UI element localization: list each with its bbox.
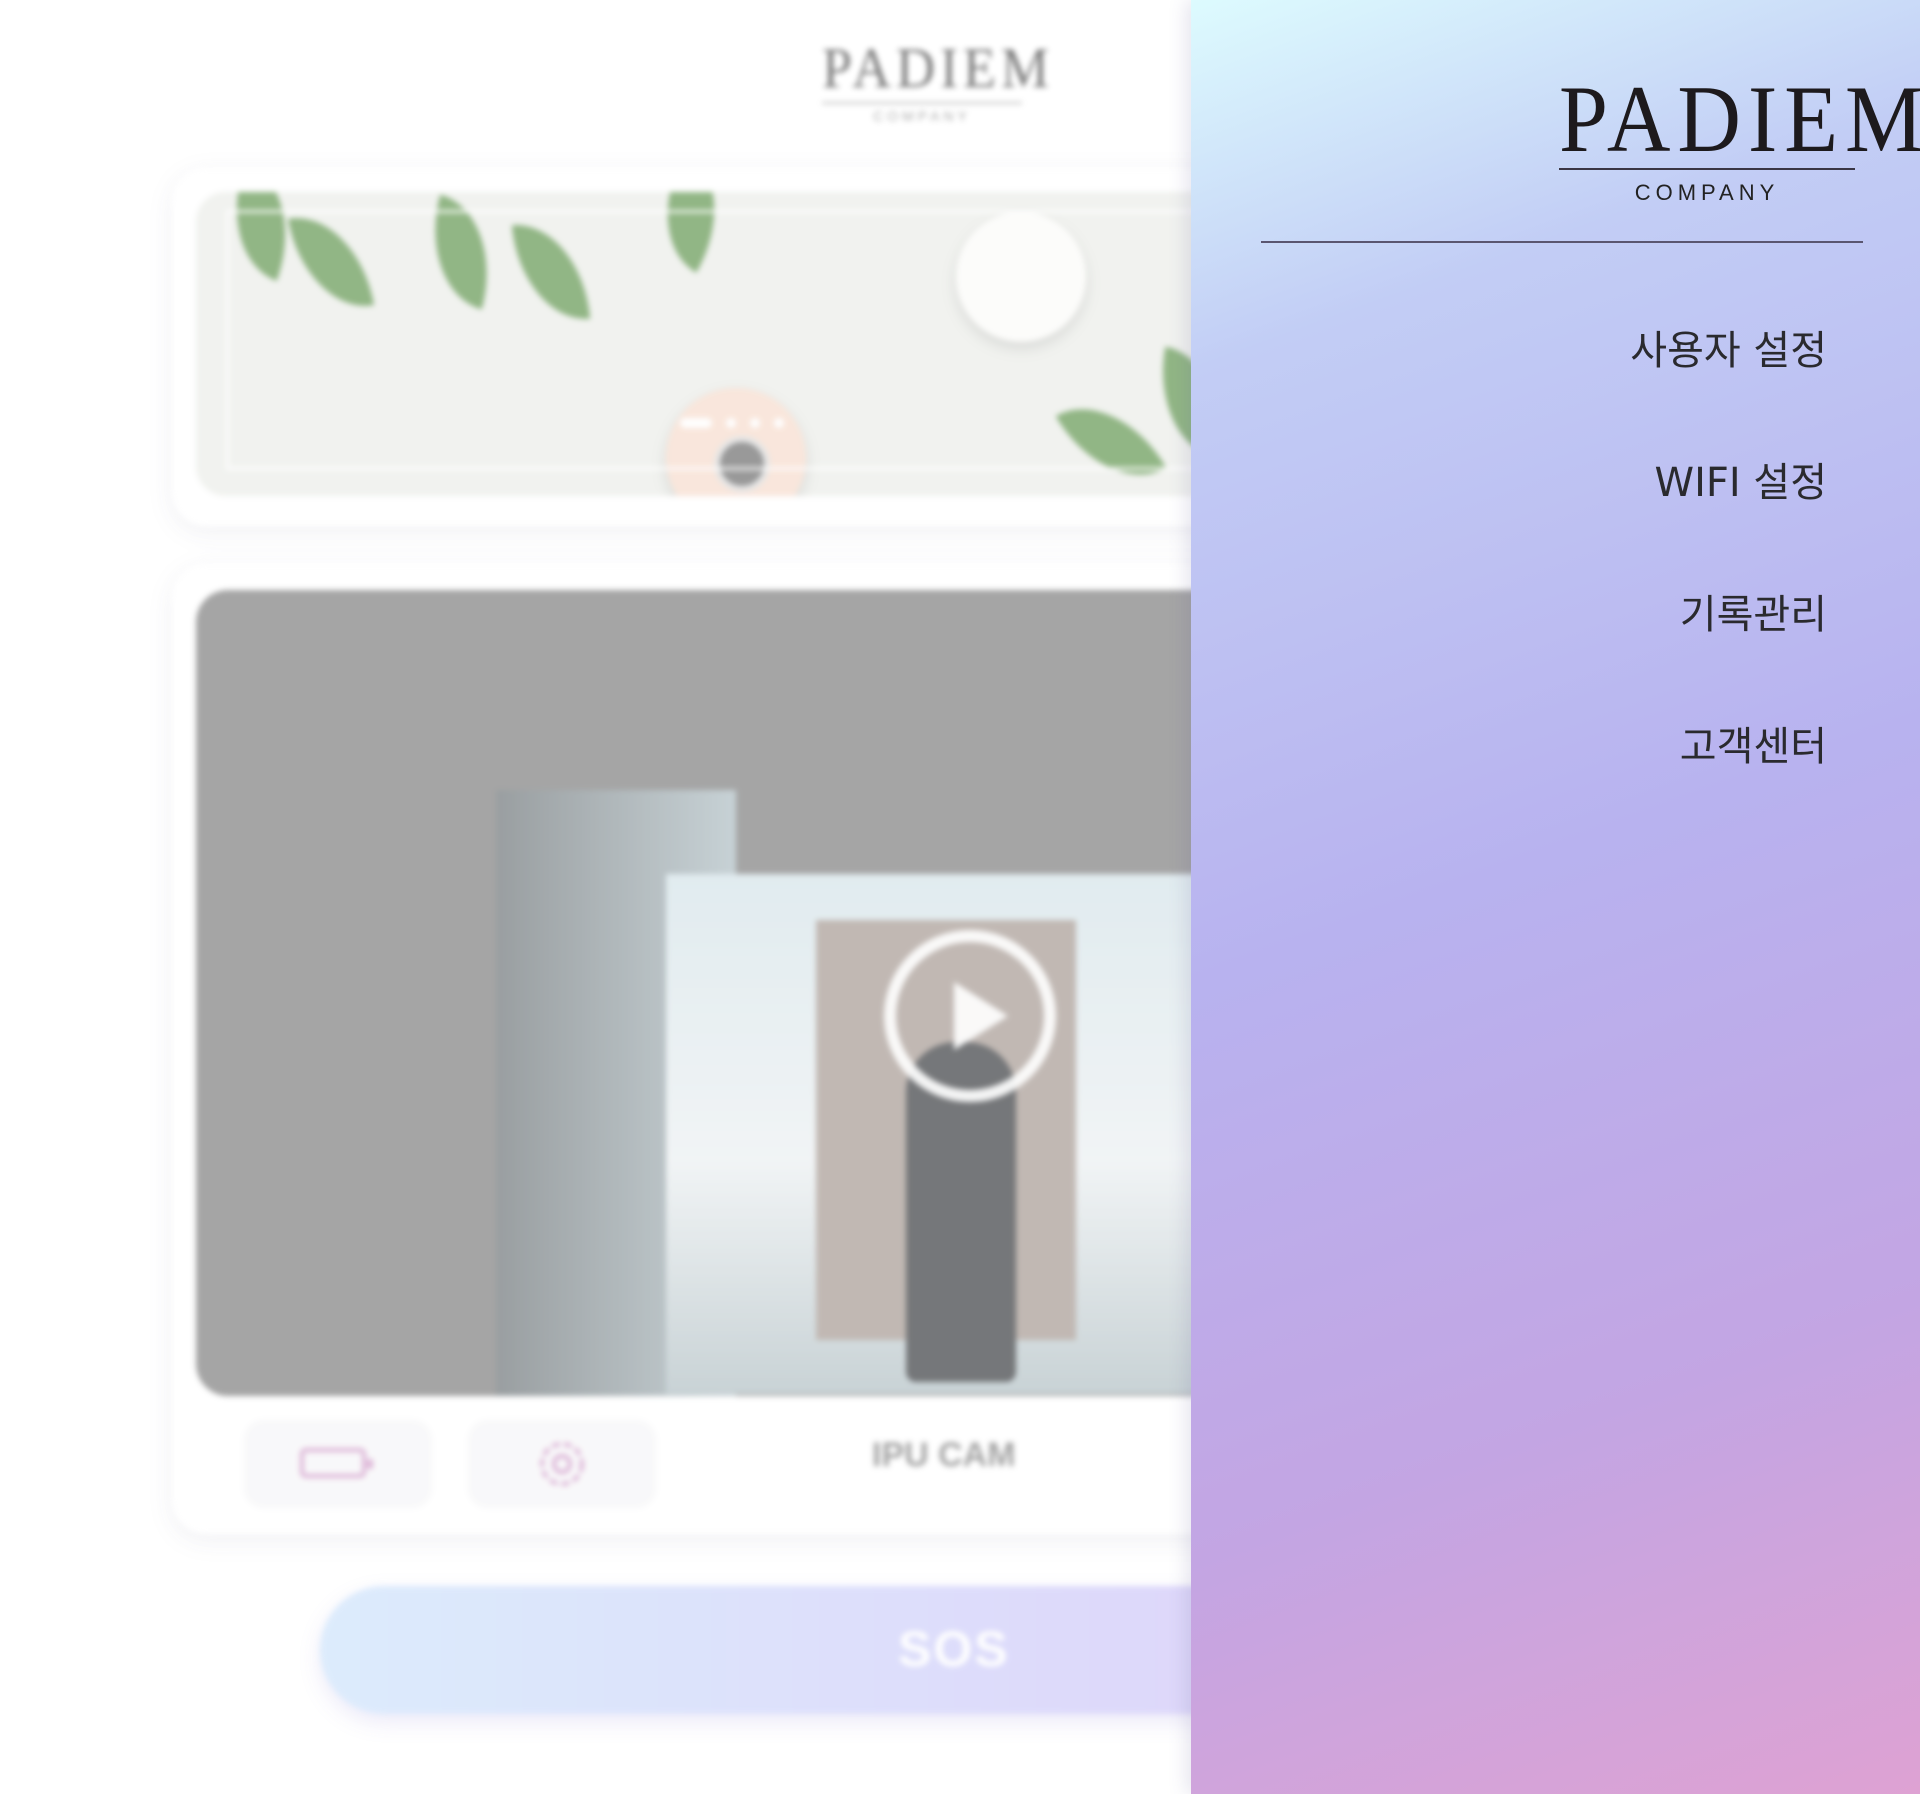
carousel-dot[interactable] <box>750 418 760 428</box>
gear-icon <box>540 1442 584 1486</box>
app-screen: PADIEM COMPANY IPU CAM SOS PADIEM COMPAN… <box>0 0 1920 1794</box>
app-logo-wordmark: PADIEM <box>822 36 1055 100</box>
carousel-dot-active[interactable] <box>680 418 712 428</box>
menu-item-customer-center[interactable]: 고객센터 <box>1680 714 1827 772</box>
drawer-divider <box>1261 241 1863 243</box>
menu-item-user-settings[interactable]: 사용자 설정 <box>1630 318 1827 376</box>
camera-name-label: IPU CAM <box>872 1436 1016 1474</box>
menu-item-records[interactable]: 기록관리 <box>1680 582 1827 640</box>
drawer-logo: PADIEM COMPANY <box>1559 70 1920 206</box>
carousel-dot[interactable] <box>774 418 784 428</box>
carousel-indicator <box>680 418 798 428</box>
battery-icon <box>300 1448 373 1478</box>
drawer-logo-wordmark: PADIEM <box>1559 68 1920 173</box>
side-drawer-menu: PADIEM COMPANY 사용자 설정 WIFI 설정 기록관리 고객센터 <box>1191 0 1920 1794</box>
play-triangle <box>954 982 1008 1050</box>
settings-button[interactable] <box>468 1420 656 1508</box>
app-logo-rule <box>822 102 1022 104</box>
play-icon[interactable] <box>884 930 1056 1102</box>
app-logo: PADIEM COMPANY <box>822 36 1055 124</box>
menu-item-wifi-settings[interactable]: WIFI 설정 <box>1655 450 1827 508</box>
carousel-dot[interactable] <box>726 418 736 428</box>
battery-button[interactable] <box>244 1420 432 1508</box>
sos-button-label: SOS <box>898 1621 1010 1677</box>
app-logo-subtitle: COMPANY <box>873 108 971 124</box>
drawer-logo-subtitle: COMPANY <box>1634 180 1780 205</box>
